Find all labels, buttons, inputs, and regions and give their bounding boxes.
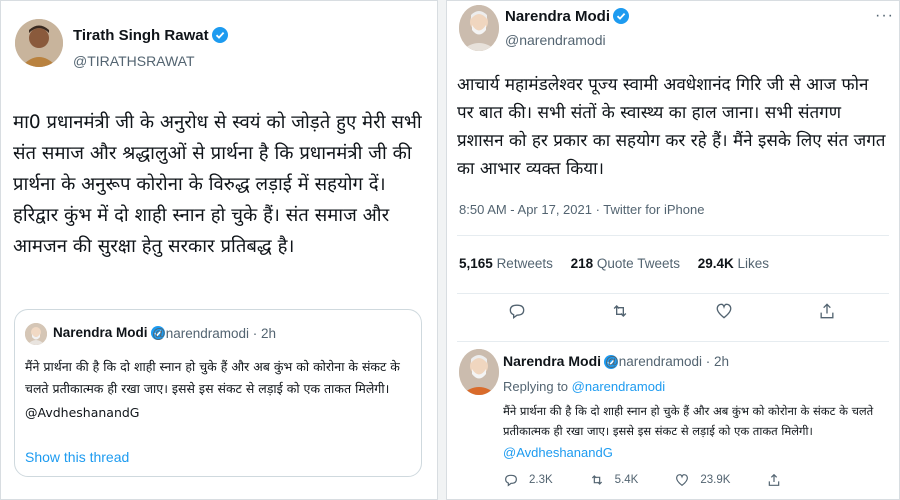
reply-retweet-button[interactable]: 5.4K	[589, 472, 639, 488]
quoted-author-avatar[interactable]	[25, 323, 47, 345]
retweet-icon	[589, 472, 605, 488]
reply-icon	[503, 472, 519, 488]
retweet-count: 5.4K	[614, 474, 639, 486]
replying-to-link[interactable]: @narendramodi	[572, 379, 665, 394]
heart-icon	[674, 472, 690, 488]
like-count: 23.9K	[700, 474, 731, 486]
quoted-author-name[interactable]: Narendra Modi	[53, 325, 165, 340]
more-options-button[interactable]: ···	[875, 7, 894, 25]
reply-reply-button[interactable]: 2.3K	[503, 472, 553, 488]
reply-author-handle[interactable]: @narendramodi · 2h	[605, 354, 729, 369]
author-name[interactable]: Tirath Singh Rawat	[73, 27, 228, 44]
reply-like-button[interactable]: 23.9K	[674, 472, 730, 488]
show-thread-link[interactable]: Show this thread	[25, 449, 129, 465]
verified-badge-icon	[613, 8, 630, 24]
verified-badge-icon	[211, 27, 228, 43]
retweets-stat[interactable]: 5,165 Retweets	[459, 256, 553, 271]
tweet-text: मा0 प्रधानमंत्री जी के अनुरोध से स्वयं क…	[13, 112, 422, 257]
tweet-timestamp[interactable]: 8:50 AM - Apr 17, 2021 · Twitter for iPh…	[459, 202, 704, 217]
quote-tweets-stat[interactable]: 218 Quote Tweets	[571, 256, 680, 271]
quoted-tweet-text: मैंने प्रार्थना की है कि दो शाही स्नान ह…	[25, 359, 400, 396]
heart-icon[interactable]	[714, 301, 734, 321]
left-tweet-card: Tirath Singh Rawat @TIRATHSRAWAT मा0 प्र…	[0, 0, 438, 500]
right-tweet-card: Narendra Modi @narendramodi ··· आचार्य म…	[446, 0, 900, 500]
reply-count: 2.3K	[529, 474, 553, 486]
reply-icon[interactable]	[507, 301, 527, 321]
share-icon[interactable]	[817, 301, 837, 321]
likes-stat[interactable]: 29.4K Likes	[698, 256, 769, 271]
reply-share-button[interactable]	[766, 472, 792, 488]
divider	[457, 293, 889, 294]
tweet-stats: 5,165 Retweets 218 Quote Tweets 29.4K Li…	[459, 256, 783, 271]
reply-text: मैंने प्रार्थना की है कि दो शाही स्नान ह…	[503, 404, 874, 438]
retweet-icon[interactable]	[610, 301, 630, 321]
reply-mention-link[interactable]: @AvdheshanandG	[503, 445, 613, 460]
divider	[457, 341, 889, 342]
author-handle[interactable]: @TIRATHSRAWAT	[73, 53, 195, 69]
quoted-author-handle[interactable]: @narendramodi · 2h	[152, 326, 276, 341]
reply-author-avatar[interactable]	[459, 349, 499, 395]
divider	[457, 235, 889, 236]
author-avatar[interactable]	[15, 19, 63, 67]
author-name[interactable]: Narendra Modi	[505, 8, 630, 25]
panel-gap	[438, 0, 446, 500]
reply-actions: 2.3K 5.4K 23.9K	[503, 472, 803, 488]
reply-author-name[interactable]: Narendra Modi	[503, 353, 619, 369]
quoted-tweet[interactable]: Narendra Modi @narendramodi · 2h मैंने प…	[14, 309, 422, 477]
replying-to: Replying to @narendramodi	[503, 379, 666, 394]
author-handle[interactable]: @narendramodi	[505, 32, 606, 48]
share-icon	[766, 472, 782, 488]
quoted-tweet-body: मैंने प्रार्थना की है कि दो शाही स्नान ह…	[25, 356, 415, 424]
tweet-text: आचार्य महामंडलेश्वर पूज्य स्वामी अवधेशान…	[457, 75, 886, 179]
author-avatar[interactable]	[459, 5, 499, 51]
quoted-mention[interactable]: @AvdheshanandG	[25, 402, 415, 424]
tweet-actions	[507, 301, 837, 321]
